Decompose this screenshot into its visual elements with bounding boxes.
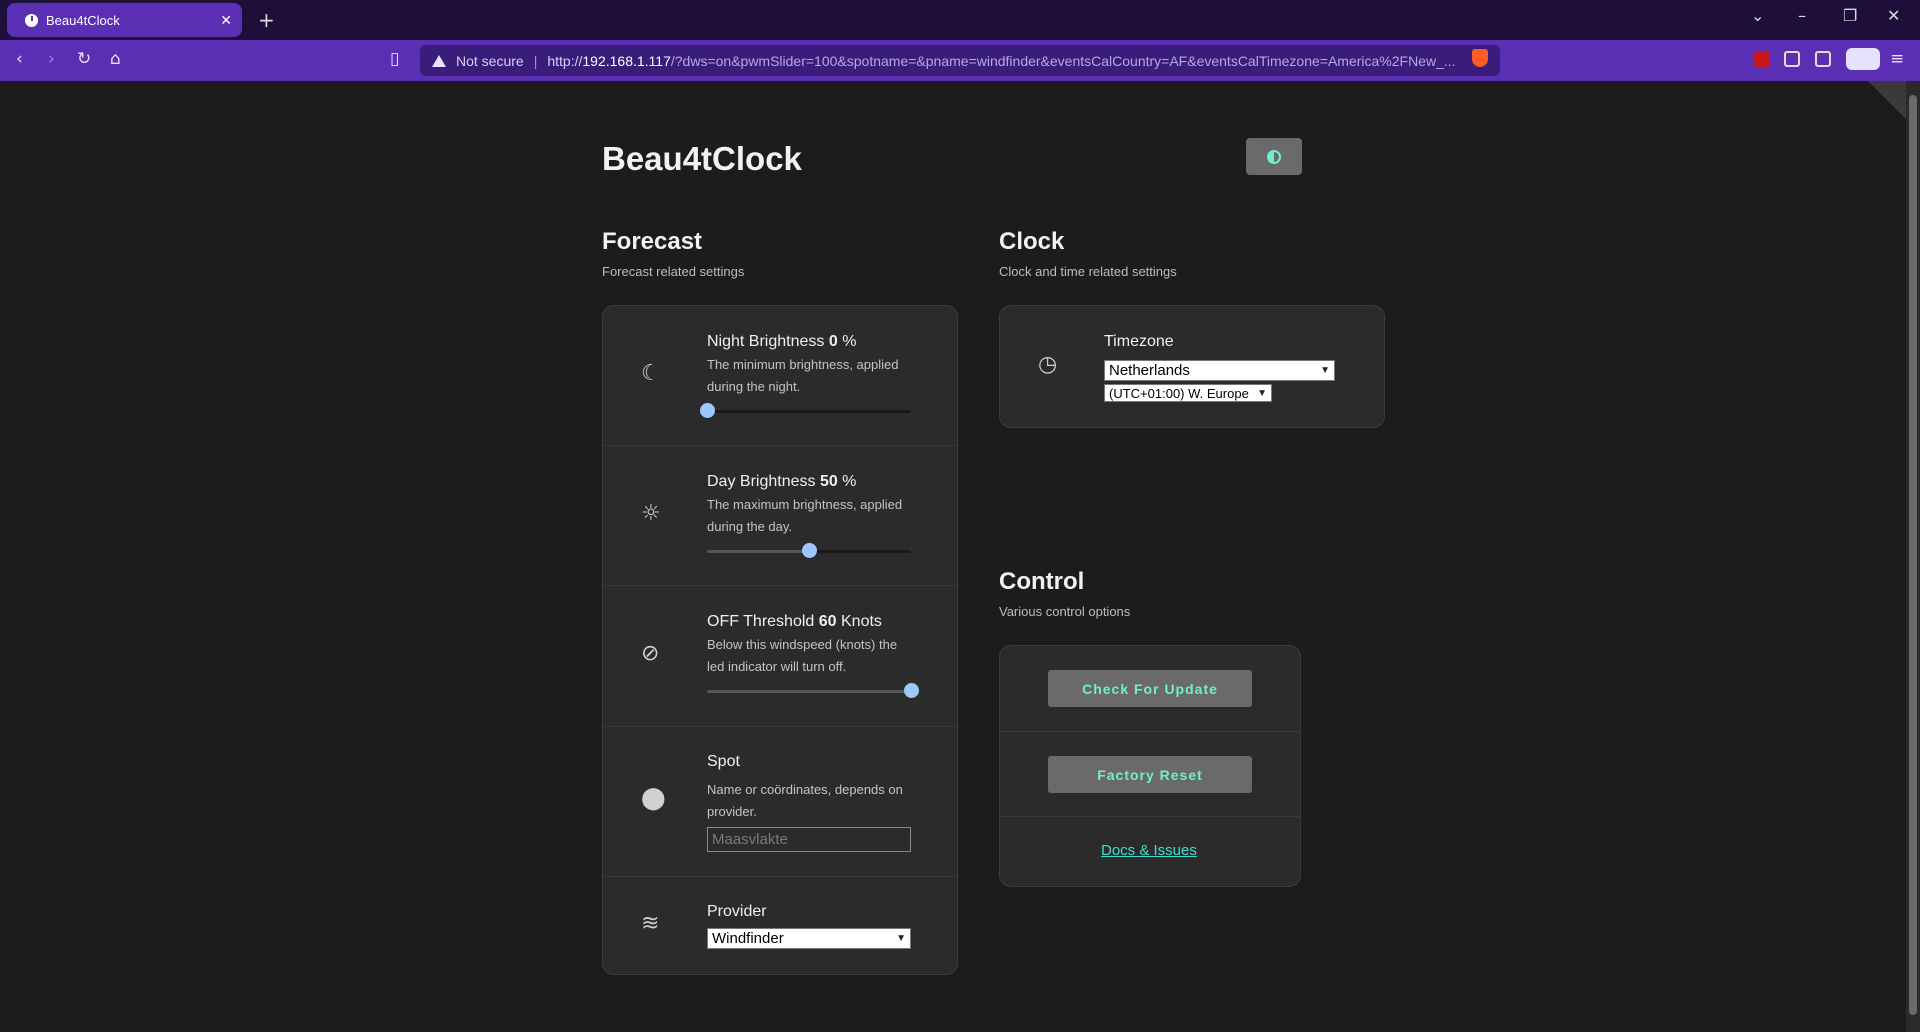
menu-icon[interactable]: ≡ xyxy=(1890,49,1904,69)
off-threshold-desc: Below this windspeed (knots) the led ind… xyxy=(707,637,898,674)
wind-icon: ≋ xyxy=(641,911,660,936)
timezone-label: Timezone xyxy=(1104,333,1174,350)
theme-toggle-button[interactable] xyxy=(1246,138,1302,175)
forecast-card: ☾ Night Brightness 0 % The minimum brigh… xyxy=(602,305,958,975)
restore-icon[interactable]: ❐ xyxy=(1843,6,1857,25)
brave-shields-icon[interactable] xyxy=(1472,49,1488,67)
clock-title: Clock xyxy=(999,228,1065,255)
new-tab-icon[interactable]: + xyxy=(258,8,275,32)
minimize-icon[interactable]: – xyxy=(1798,6,1806,25)
country-selected: Netherlands xyxy=(1109,362,1190,379)
spot-desc: Name or coördinates, depends on provider… xyxy=(707,782,903,819)
control-subtitle: Various control options xyxy=(999,604,1131,619)
url-path: /?dws=on&pwmSlider=100&spotname=&pname=w… xyxy=(670,52,1456,69)
clock-card: ◷ Timezone Netherlands ▼ (UTC+01:00) W. … xyxy=(999,305,1385,428)
off-threshold-slider[interactable] xyxy=(707,683,919,698)
provider-select[interactable]: Windfinder ▼ xyxy=(707,928,911,949)
slider-fill xyxy=(707,690,911,693)
chevron-down-icon: ▼ xyxy=(1320,365,1330,376)
provider-row: ≋ Provider Windfinder ▼ xyxy=(603,877,957,974)
slider-knob[interactable] xyxy=(802,543,817,558)
timezone-select[interactable]: (UTC+01:00) W. Europe ▼ xyxy=(1104,384,1272,402)
night-brightness-slider[interactable] xyxy=(700,403,911,418)
forecast-title: Forecast xyxy=(602,228,703,255)
provider-label: Provider xyxy=(707,903,767,920)
url-host: 192.168.1.117 xyxy=(582,52,671,69)
tab-close-icon[interactable]: ✕ xyxy=(220,12,232,29)
eye-off-icon: ⊘ xyxy=(641,641,660,666)
clock-favicon-icon xyxy=(25,13,38,27)
spot-input[interactable]: Maasvlakte xyxy=(707,827,911,852)
control-card: Check For Update Factory Reset Docs & Is… xyxy=(999,645,1301,887)
spot-label: Spot xyxy=(707,753,740,770)
day-brightness-row: ☼ Day Brightness 50 % The maximum bright… xyxy=(603,446,957,586)
slider-fill xyxy=(707,550,809,553)
address-bar[interactable]: Not secure | http:// 192.168.1.117 /?dws… xyxy=(420,45,1500,76)
url-separator: | xyxy=(533,52,538,69)
home-icon[interactable]: ⌂ xyxy=(110,49,121,69)
provider-selected: Windfinder xyxy=(712,930,784,947)
extensions-icon[interactable] xyxy=(1784,51,1800,67)
night-brightness-label: Night Brightness 0 % xyxy=(707,333,857,350)
clock-icon: ◷ xyxy=(1038,352,1058,377)
reload-icon[interactable]: ↻ xyxy=(77,49,91,69)
slider-knob[interactable] xyxy=(700,403,715,418)
reader-mode-icon[interactable] xyxy=(1846,48,1880,70)
contrast-icon xyxy=(1267,149,1281,164)
sun-icon: ☼ xyxy=(641,501,661,526)
timezone-selected: (UTC+01:00) W. Europe xyxy=(1109,385,1249,401)
back-icon[interactable]: ‹ xyxy=(16,49,23,69)
chevron-down-icon: ▼ xyxy=(1257,387,1267,399)
app-title: Beau4tClock xyxy=(602,140,802,177)
scrollbar[interactable] xyxy=(1906,81,1920,1032)
page-content: Beau4tClock Forecast Forecast related se… xyxy=(0,81,1906,1032)
ublock-icon[interactable] xyxy=(1754,51,1770,67)
docs-row: Docs & Issues xyxy=(1000,817,1300,886)
sidebar-icon[interactable] xyxy=(1815,51,1831,67)
not-secure-label: Not secure xyxy=(456,52,524,69)
tab-list-chevron-icon[interactable]: ⌄ xyxy=(1751,6,1764,25)
country-select[interactable]: Netherlands ▼ xyxy=(1104,360,1335,381)
off-threshold-label: OFF Threshold 60 Knots xyxy=(707,613,882,630)
bookmark-icon[interactable]: ▯ xyxy=(390,49,399,69)
forecast-subtitle: Forecast related settings xyxy=(602,264,745,279)
day-brightness-slider[interactable] xyxy=(707,543,911,558)
scrollbar-thumb[interactable] xyxy=(1909,95,1917,1015)
day-brightness-label: Day Brightness 50 % xyxy=(707,473,857,490)
chevron-down-icon: ▼ xyxy=(896,933,906,944)
slider-knob[interactable] xyxy=(904,683,919,698)
warning-icon xyxy=(432,54,446,67)
close-window-icon[interactable]: ✕ xyxy=(1887,6,1900,25)
forward-icon[interactable]: › xyxy=(48,49,55,69)
docs-issues-link[interactable]: Docs & Issues xyxy=(1101,842,1197,859)
off-threshold-row: ⊘ OFF Threshold 60 Knots Below this wind… xyxy=(603,586,957,727)
day-brightness-desc: The maximum brightness, applied during t… xyxy=(707,497,903,534)
url-scheme: http:// xyxy=(547,52,583,69)
factory-reset-button[interactable]: Factory Reset xyxy=(1048,756,1252,793)
browser-nav-bar: ‹ › ↻ ⌂ ▯ Not secure | http:// 192.168.1… xyxy=(0,40,1920,81)
timezone-row: ◷ Timezone Netherlands ▼ (UTC+01:00) W. … xyxy=(1000,306,1384,427)
night-brightness-desc: The minimum brightness, applied during t… xyxy=(707,357,899,394)
night-brightness-row: ☾ Night Brightness 0 % The minimum brigh… xyxy=(603,306,957,446)
check-update-row: Check For Update xyxy=(1000,646,1300,732)
browser-tab[interactable]: Beau4tClock ✕ xyxy=(7,3,242,37)
moon-icon: ☾ xyxy=(641,361,661,386)
tab-title: Beau4tClock xyxy=(46,12,120,28)
factory-reset-row: Factory Reset xyxy=(1000,732,1300,817)
check-for-update-button[interactable]: Check For Update xyxy=(1048,670,1252,707)
location-pin-icon: ⬤ xyxy=(641,786,666,811)
control-title: Control xyxy=(999,568,1085,595)
clock-subtitle: Clock and time related settings xyxy=(999,264,1177,279)
spot-row: ⬤ Spot Name or coördinates, depends on p… xyxy=(603,727,957,877)
browser-tab-bar: Beau4tClock ✕ + ⌄ – ❐ ✕ xyxy=(0,0,1920,40)
